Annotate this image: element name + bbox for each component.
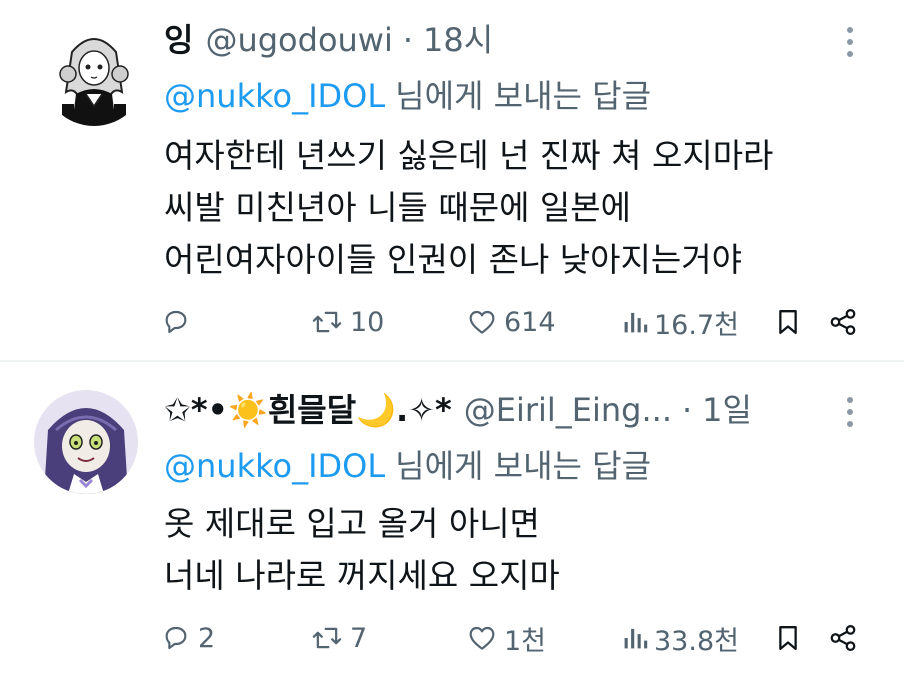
views-button[interactable]: 33.8천 xyxy=(622,618,739,658)
separator-dot: · xyxy=(681,391,693,429)
tweet-header: 잉 @ugodouwi · 18시 xyxy=(164,20,834,60)
like-count: 614 xyxy=(504,306,556,338)
avatar[interactable] xyxy=(34,390,138,494)
retweet-count: 7 xyxy=(350,622,368,654)
tweet-header: ✩*•☀️흰믈달🌙.✧* @Eiril_Eing... · 1일 xyxy=(164,390,834,430)
more-options-button[interactable] xyxy=(838,392,862,432)
retweet-button[interactable]: 10 xyxy=(310,302,384,342)
retweet-count: 10 xyxy=(350,306,385,338)
retweet-button[interactable]: 7 xyxy=(310,618,367,658)
bookmark-button[interactable] xyxy=(774,618,802,658)
views-button[interactable]: 16.7천 xyxy=(622,302,739,342)
display-name[interactable]: ✩*•☀️흰믈달🌙.✧* xyxy=(164,390,452,430)
tweet-text-line: 씨발 미친년아 니들 때문에 일본에 xyxy=(164,188,631,227)
bar-chart-icon xyxy=(622,622,648,654)
timestamp[interactable]: 18시 xyxy=(423,20,493,60)
more-options-button[interactable] xyxy=(838,22,862,62)
reply-mention-link[interactable]: @nukko_IDOL xyxy=(164,447,385,485)
reply-icon xyxy=(160,622,192,654)
heart-icon xyxy=(466,622,498,654)
like-button[interactable]: 614 xyxy=(466,302,556,342)
avatar-drawing-icon xyxy=(42,22,146,126)
display-name[interactable]: 잉 xyxy=(164,20,193,60)
tweet[interactable]: ✩*•☀️흰믈달🌙.✧* @Eiril_Eing... · 1일 @nukko_… xyxy=(0,362,904,691)
bookmark-icon xyxy=(774,622,802,654)
more-vertical-icon xyxy=(847,397,853,427)
tweet-text: 여자한테 년쓰기 싫은데 넌 진짜 쳐 오지마라 씨발 미친년아 니들 때문에 … xyxy=(164,130,773,286)
tweet-text-line: 어린여자아이들 인권이 존나 낮아지는거야 xyxy=(164,240,742,279)
more-vertical-icon xyxy=(847,27,853,57)
reply-mention-link[interactable]: @nukko_IDOL xyxy=(164,77,385,115)
share-button[interactable] xyxy=(828,618,858,658)
handle[interactable]: @Eiril_Eing... xyxy=(464,390,672,430)
tweet-text-line: 여자한테 년쓰기 싫은데 넌 진짜 쳐 오지마라 xyxy=(164,136,774,175)
separator-dot: · xyxy=(402,21,414,59)
timestamp[interactable]: 1일 xyxy=(702,390,752,430)
like-button[interactable]: 1천 xyxy=(466,618,546,658)
bookmark-icon xyxy=(774,306,802,338)
bookmark-button[interactable] xyxy=(774,302,802,342)
action-bar: 10 614 16.7천 xyxy=(160,302,864,342)
tweet-text-line: 옷 제대로 입고 올거 아니면 xyxy=(164,504,540,543)
avatar[interactable] xyxy=(42,22,146,126)
tweet-text: 옷 제대로 입고 올거 아니면 너네 나라로 꺼지세요 오지마 xyxy=(164,498,560,602)
handle[interactable]: @ugodouwi xyxy=(205,20,392,60)
reply-context-label: 님에게 보내는 답글 xyxy=(395,77,652,115)
share-icon xyxy=(828,306,858,338)
views-count: 16.7천 xyxy=(654,309,739,341)
tweet-text-line: 너네 나라로 꺼지세요 오지마 xyxy=(164,556,560,595)
reply-context-label: 님에게 보내는 답글 xyxy=(395,447,652,485)
share-button[interactable] xyxy=(828,302,858,342)
reply-button[interactable] xyxy=(160,302,198,342)
reply-context: @nukko_IDOL 님에게 보내는 답글 xyxy=(164,446,651,486)
reply-count: 2 xyxy=(198,622,216,654)
views-count: 33.8천 xyxy=(654,625,739,657)
bar-chart-icon xyxy=(622,306,648,338)
action-bar: 2 7 1천 33.8천 xyxy=(160,618,864,658)
retweet-icon xyxy=(310,306,344,338)
avatar-drawing-icon xyxy=(34,390,138,494)
share-icon xyxy=(828,622,858,654)
retweet-icon xyxy=(310,622,344,654)
heart-icon xyxy=(466,306,498,338)
reply-context: @nukko_IDOL 님에게 보내는 답글 xyxy=(164,76,651,116)
tweet[interactable]: 잉 @ugodouwi · 18시 @nukko_IDOL 님에게 보내는 답글 … xyxy=(0,0,904,360)
reply-icon xyxy=(160,306,192,338)
reply-button[interactable]: 2 xyxy=(160,618,215,658)
like-count: 1천 xyxy=(504,625,547,657)
